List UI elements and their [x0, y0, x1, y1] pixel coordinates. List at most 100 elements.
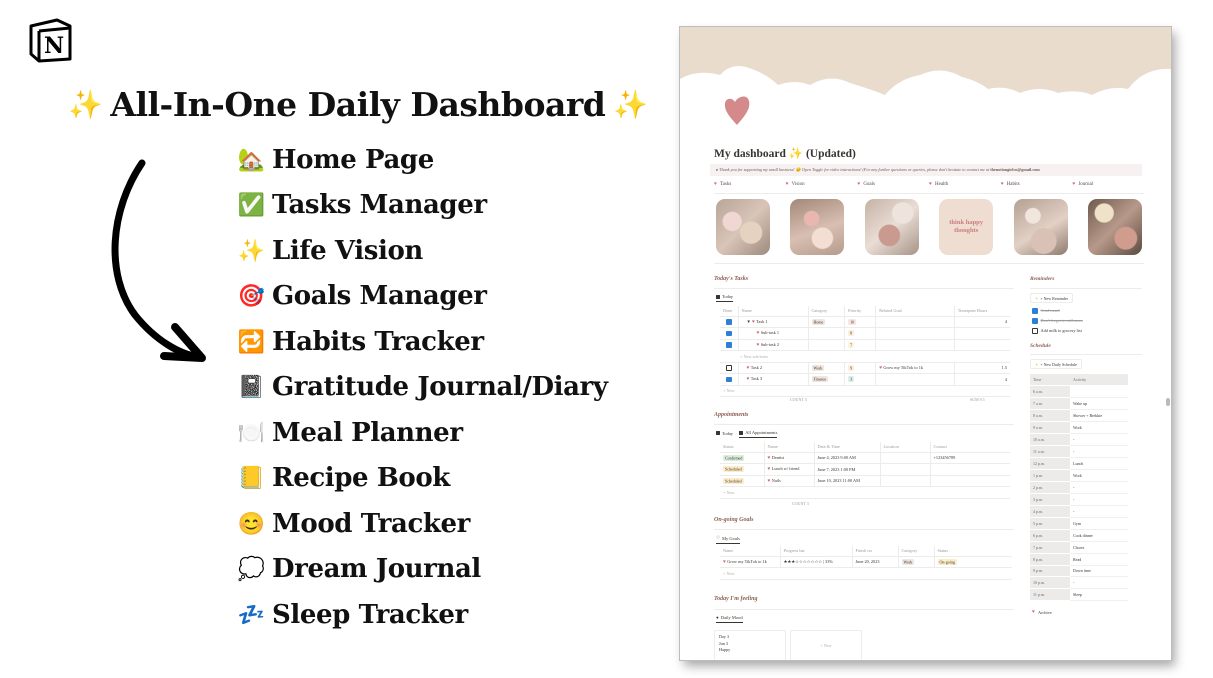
location-cell[interactable] — [880, 452, 931, 464]
new-daily-schedule-button[interactable]: ✦ + New Daily Schedule — [1030, 359, 1082, 369]
name-cell[interactable]: ♥ Task 2 — [738, 362, 809, 374]
table-row[interactable]: 5 p.m. Gym — [1030, 517, 1128, 530]
name-cell[interactable]: ♥ Sub-task 2 — [738, 339, 809, 351]
table-row[interactable]: 9 p.m. Down time — [1030, 565, 1128, 578]
table-row[interactable]: 7 a.m. Wake up — [1030, 397, 1128, 411]
tab-daily-mood[interactable]: ● Daily Mood — [716, 615, 743, 623]
reminder-item[interactable]: Add milk to grocery list — [1032, 328, 1082, 334]
scrollbar-handle[interactable] — [1166, 398, 1170, 406]
new-sub-item[interactable]: + New sub-item — [720, 350, 1010, 363]
column-header[interactable]: Finish on — [852, 546, 899, 557]
datetime-cell[interactable]: June 7, 2023 1:00 PM — [814, 463, 881, 476]
tab-all-appointments[interactable]: All Appointments — [739, 430, 778, 438]
column-header[interactable]: Status — [934, 546, 1012, 557]
column-header[interactable]: Category — [898, 546, 935, 557]
done-cell[interactable] — [720, 316, 739, 328]
checkbox[interactable] — [726, 319, 732, 325]
nav-link-journal[interactable]: ♥ Journal — [1072, 182, 1144, 187]
table-row[interactable]: 10 a.m. - — [1030, 433, 1128, 447]
reminder-item[interactable]: Don't forget to call mom — [1032, 318, 1083, 324]
table-row[interactable]: ♥ Task 3 Finance 3 4 — [720, 373, 1010, 386]
activity-cell[interactable]: - — [1070, 445, 1128, 459]
priority-cell[interactable]: 9 — [844, 362, 877, 374]
activity-cell[interactable]: Down time — [1070, 565, 1128, 578]
priority-cell[interactable]: 8 — [844, 327, 877, 340]
new-sub-item-row[interactable]: + New sub-item — [720, 350, 1010, 363]
category-cell[interactable] — [808, 327, 846, 340]
column-header[interactable]: Timespent Hours — [954, 306, 1010, 317]
new-row[interactable]: + New — [720, 486, 1010, 499]
table-row[interactable]: 8 p.m. Read — [1030, 553, 1128, 566]
table-row[interactable]: 3 p.m. - — [1030, 493, 1128, 506]
category-cell[interactable]: Finance — [808, 373, 846, 386]
done-cell[interactable] — [720, 373, 739, 386]
gallery-tile-goals[interactable] — [864, 199, 919, 255]
checkbox[interactable] — [726, 376, 732, 383]
name-cell[interactable]: ▼ ♥ Task 1 — [738, 316, 809, 328]
hours-cell[interactable] — [954, 327, 1010, 340]
checkbox[interactable] — [1032, 328, 1038, 334]
tab-today[interactable]: Today — [716, 430, 733, 438]
category-cell[interactable]: Work — [898, 556, 935, 568]
table-row[interactable]: 4 p.m. - — [1030, 505, 1128, 518]
column-header[interactable]: Name — [738, 306, 809, 317]
checkbox[interactable] — [726, 365, 732, 371]
contact-cell[interactable] — [930, 475, 1010, 487]
table-row[interactable]: ♥ Sub-task 2 7 — [720, 339, 1010, 351]
nav-link-tasks[interactable]: ♥ Tasks — [714, 182, 786, 187]
activity-cell[interactable]: - — [1070, 433, 1128, 447]
location-cell[interactable] — [880, 463, 931, 476]
activity-cell[interactable]: - — [1070, 576, 1128, 590]
table-row[interactable]: 1 p.m. Work — [1030, 469, 1128, 482]
category-cell[interactable] — [808, 339, 846, 351]
status-cell[interactable]: Scheduled — [720, 463, 765, 476]
new-row-button[interactable]: + New — [720, 486, 1010, 499]
gallery-tile-vision[interactable] — [790, 199, 845, 255]
goal-link[interactable]: Grow my TikTok to 1k — [883, 365, 923, 370]
table-row[interactable]: 8 a.m. Shower + Brekkie — [1030, 409, 1128, 423]
datetime-cell[interactable]: June 10, 2023 11:00 AM — [814, 475, 881, 487]
gallery-tile-tasks[interactable] — [716, 199, 770, 255]
column-header[interactable]: Category — [808, 306, 846, 317]
category-cell[interactable]: Work — [808, 362, 846, 374]
name-cell[interactable]: ♥ Dentist — [764, 452, 815, 464]
column-header[interactable]: Contact — [930, 442, 1010, 453]
status-cell[interactable]: On-going — [934, 556, 1012, 568]
hours-cell[interactable] — [954, 339, 1010, 351]
checkbox[interactable] — [1032, 308, 1038, 314]
goal-cell[interactable] — [875, 339, 955, 351]
new-row-button[interactable]: + New — [720, 385, 1010, 397]
reminder-item[interactable]: Send email — [1032, 308, 1060, 314]
category-cell[interactable]: Home — [808, 316, 846, 328]
gallery-tile-journal[interactable] — [1087, 199, 1142, 255]
table-row[interactable]: 7 p.m. Chores — [1030, 541, 1128, 554]
table-row[interactable]: 6 a.m. — [1030, 385, 1128, 399]
done-cell[interactable] — [720, 327, 739, 340]
activity-cell[interactable]: Gym — [1070, 517, 1128, 530]
checkbox[interactable] — [726, 330, 732, 337]
goal-cell[interactable] — [875, 373, 955, 386]
table-row[interactable]: ▼ ♥ Task 1 Home 10 4 — [720, 316, 1010, 328]
name-cell[interactable]: ♥ Nails — [764, 475, 815, 487]
new-row[interactable]: + New — [720, 567, 1012, 580]
checkbox[interactable] — [726, 342, 732, 348]
priority-cell[interactable]: 7 — [844, 339, 877, 351]
new-reminder-button[interactable]: ✦ + New Reminder — [1030, 293, 1073, 303]
column-header[interactable]: Time — [1030, 374, 1070, 387]
activity-cell[interactable] — [1070, 385, 1128, 399]
tab-my-goals[interactable]: ♡ My Goals — [716, 535, 740, 544]
column-header[interactable]: Priority — [844, 306, 877, 317]
new-row-button[interactable]: + New — [720, 567, 1012, 580]
activity-cell[interactable]: - — [1070, 481, 1128, 494]
activity-cell[interactable]: Read — [1070, 553, 1128, 566]
done-cell[interactable] — [720, 362, 739, 374]
goal-cell[interactable] — [875, 327, 955, 340]
column-header[interactable]: Name — [720, 546, 781, 557]
table-row[interactable]: ♥ Sub-task 1 8 — [720, 327, 1010, 340]
name-cell[interactable]: ♥ Grow my TikTok to 1k — [720, 556, 781, 568]
nav-link-goals[interactable]: ♥ Goals — [857, 182, 929, 187]
priority-cell[interactable]: 10 — [844, 316, 877, 328]
column-header[interactable]: Progress bar — [780, 546, 853, 557]
activity-cell[interactable]: Chores — [1070, 541, 1128, 554]
hours-cell[interactable]: 1.5 — [954, 362, 1010, 374]
